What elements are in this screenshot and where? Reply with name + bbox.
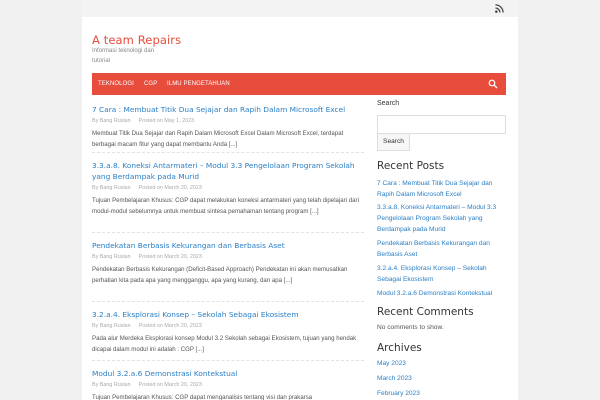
recent-post-link[interactable]: 3.2.a.4. Eksplorasi Konsep – Sekolah Seb…: [377, 263, 506, 285]
archive-link[interactable]: May 2023: [377, 360, 406, 367]
top-bar: [82, 0, 518, 17]
post-meta: By Bang Ruslan Posted on March 20, 2023: [92, 185, 364, 193]
post-author[interactable]: By Bang Ruslan: [92, 254, 131, 260]
post-item: 3.3.a.8. Koneksi Antarmateri – Modul 3.3…: [92, 160, 364, 217]
post-meta: By Bang Ruslan Posted on March 20, 2023: [92, 254, 364, 262]
post-author[interactable]: By Bang Ruslan: [92, 118, 131, 124]
post-item: Pendekatan Berbasis Kekurangan dan Berba…: [92, 240, 364, 286]
post-date[interactable]: Posted on May 1, 2023: [139, 118, 194, 124]
rss-icon[interactable]: [495, 4, 504, 13]
search-label: Search: [377, 100, 400, 107]
post-item: Modul 3.2.a.6 Demonstrasi Kontekstual By…: [92, 368, 364, 400]
recent-post-link[interactable]: Modul 3.2.a.6 Demonstrasi Kontekstual: [377, 288, 506, 299]
recent-post-link[interactable]: 3.3.a.8. Koneksi Antarmateri – Modul 3.3…: [377, 202, 506, 235]
nav-item-ilmu-pengetahuan[interactable]: ILMU PENGETAHUAN: [167, 81, 230, 87]
post-title[interactable]: 3.3.a.8. Koneksi Antarmateri – Modul 3.3…: [92, 160, 364, 182]
recent-posts-title: Recent Posts: [377, 160, 445, 172]
divider: [92, 301, 364, 302]
divider: [92, 152, 364, 153]
post-meta: By Bang Ruslan Posted on March 20, 2023: [92, 382, 364, 390]
post-meta: By Bang Ruslan Posted on March 20, 2023: [92, 323, 364, 331]
nav-item-teknologi[interactable]: TEKNOLOGI: [98, 81, 134, 87]
post-date[interactable]: Posted on March 20, 2023: [139, 382, 202, 388]
post-date[interactable]: Posted on March 20, 2023: [139, 323, 202, 329]
post-author[interactable]: By Bang Ruslan: [92, 323, 131, 329]
search-input[interactable]: [377, 115, 506, 134]
post-title[interactable]: Modul 3.2.a.6 Demonstrasi Kontekstual: [92, 368, 364, 379]
archive-link[interactable]: March 2023: [377, 375, 412, 382]
post-excerpt: Membuat Titik Dua Sejajar dan Rapih Dala…: [92, 130, 344, 148]
search-icon[interactable]: [488, 79, 498, 89]
post-title[interactable]: 7 Cara : Membuat Titik Dua Sejajar dan R…: [92, 104, 364, 115]
recent-post-link[interactable]: 7 Cara : Membuat Titik Dua Sejajar dan R…: [377, 178, 506, 200]
recent-post-link[interactable]: Pendekatan Berbasis Kekurangan dan Berba…: [377, 238, 506, 260]
post-item: 3.2.a.4. Eksplorasi Konsep – Sekolah Seb…: [92, 309, 364, 355]
divider: [92, 360, 364, 361]
no-comments-text: No comments to show.: [377, 324, 444, 331]
post-excerpt: Tujuan Pembelajaran Khusus: CGP dapat me…: [92, 394, 313, 400]
post-author[interactable]: By Bang Ruslan: [92, 382, 131, 388]
post-author[interactable]: By Bang Ruslan: [92, 185, 131, 191]
nav-item-cgp[interactable]: CGP: [144, 81, 157, 87]
post-meta: By Bang Ruslan Posted on May 1, 2023: [92, 118, 364, 126]
post-date[interactable]: Posted on March 20, 2023: [139, 254, 202, 260]
post-title[interactable]: Pendekatan Berbasis Kekurangan dan Berba…: [92, 240, 364, 251]
archive-link[interactable]: February 2023: [377, 390, 420, 397]
post-item: 7 Cara : Membuat Titik Dua Sejajar dan R…: [92, 104, 364, 150]
site-description: Informasi teknologi dan tutorial: [92, 48, 155, 64]
post-excerpt: Tujuan Pembelajaran Khusus: CGP dapat me…: [92, 197, 359, 215]
recent-comments-title: Recent Comments: [377, 306, 474, 318]
divider: [92, 232, 364, 233]
sidebar: Search Search Recent Posts 7 Cara : Memb…: [377, 100, 506, 397]
post-excerpt: Pada alur Merdeka Eksplorasi konsep Modu…: [92, 335, 357, 353]
page: A team Repairs Informasi teknologi dan t…: [82, 0, 518, 400]
archives-title: Archives: [377, 342, 422, 354]
search-button[interactable]: Search: [377, 133, 410, 151]
post-excerpt: Pendekatan Berbasis Kekurangan (Deficit-…: [92, 266, 348, 284]
post-date[interactable]: Posted on March 20, 2023: [139, 185, 202, 191]
post-title[interactable]: 3.2.a.4. Eksplorasi Konsep – Sekolah Seb…: [92, 309, 364, 320]
site-title[interactable]: A team Repairs: [92, 33, 181, 47]
main-nav: TEKNOLOGI CGP ILMU PENGETAHUAN: [92, 73, 506, 95]
